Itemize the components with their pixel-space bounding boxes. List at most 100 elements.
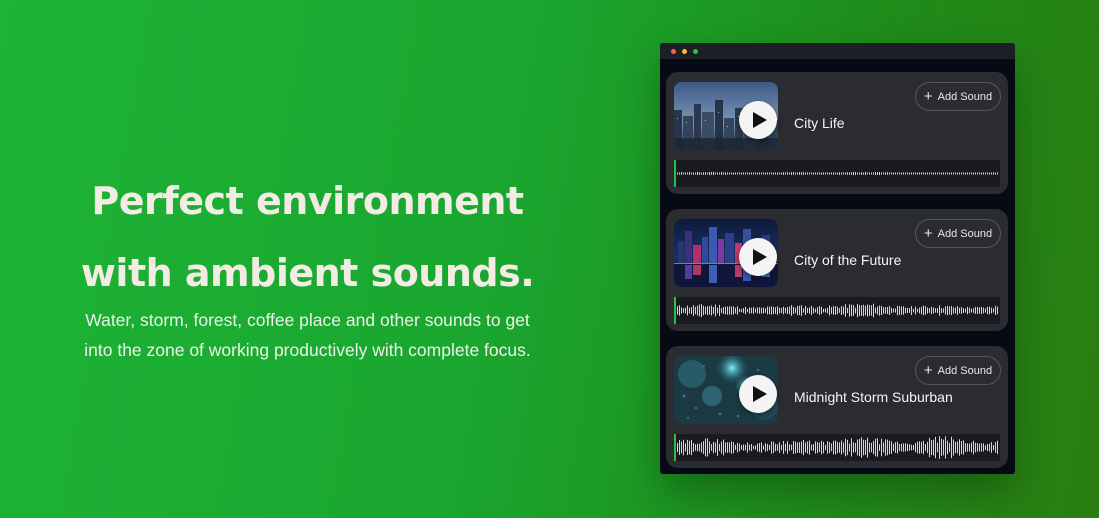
sound-waveform[interactable] bbox=[674, 434, 1000, 461]
waveform-bar bbox=[831, 307, 832, 314]
waveform-bar bbox=[839, 308, 840, 313]
waveform-bar bbox=[731, 172, 732, 175]
waveform-bar bbox=[773, 441, 774, 454]
waveform-bar bbox=[973, 440, 974, 455]
waveform-bar bbox=[901, 172, 902, 175]
waveform-bar bbox=[791, 305, 792, 316]
waveform-bar bbox=[787, 172, 788, 175]
waveform-bar bbox=[699, 443, 700, 452]
waveform-bar bbox=[981, 443, 982, 452]
minimize-window-button[interactable] bbox=[682, 49, 687, 54]
waveform-bar bbox=[763, 172, 764, 175]
waveform-bar bbox=[837, 306, 838, 315]
waveform-bar bbox=[685, 172, 686, 175]
waveform-bar bbox=[983, 172, 984, 175]
waveform-bar bbox=[905, 307, 906, 314]
add-sound-label: Add Sound bbox=[937, 227, 993, 240]
waveform-graphic bbox=[677, 436, 998, 459]
waveform-bar bbox=[729, 306, 730, 315]
play-button[interactable] bbox=[739, 238, 777, 276]
waveform-bar bbox=[953, 439, 954, 456]
waveform-bar bbox=[997, 306, 998, 315]
waveform-bar bbox=[721, 441, 722, 454]
waveform-bar bbox=[887, 439, 888, 456]
waveform-bar bbox=[919, 441, 920, 454]
waveform-bar bbox=[873, 172, 874, 175]
waveform-bar bbox=[915, 443, 916, 453]
play-button[interactable] bbox=[739, 375, 777, 413]
waveform-bar bbox=[893, 172, 894, 175]
waveform-bar bbox=[683, 172, 684, 175]
waveform-bar bbox=[679, 305, 680, 316]
waveform-bar bbox=[847, 172, 848, 175]
waveform-bar bbox=[851, 172, 852, 175]
waveform-bar bbox=[755, 308, 756, 313]
waveform-bar bbox=[775, 443, 776, 452]
play-icon bbox=[752, 386, 767, 402]
waveform-bar bbox=[957, 172, 958, 175]
waveform-bar bbox=[943, 439, 944, 456]
waveform-bar bbox=[907, 307, 908, 314]
waveform-bar bbox=[697, 172, 698, 175]
waveform-bar bbox=[741, 445, 742, 450]
waveform-bar bbox=[911, 172, 912, 175]
sound-waveform[interactable] bbox=[674, 297, 1000, 324]
waveform-bar bbox=[763, 445, 764, 450]
waveform-bar bbox=[867, 172, 868, 175]
waveform-bar bbox=[947, 440, 948, 455]
waveform-bar bbox=[789, 306, 790, 315]
waveform-bar bbox=[701, 172, 702, 175]
waveform-bar bbox=[791, 444, 792, 451]
waveform-bar bbox=[681, 172, 682, 175]
waveform-bar bbox=[987, 443, 988, 452]
waveform-bar bbox=[797, 172, 798, 175]
close-window-button[interactable] bbox=[671, 49, 676, 54]
plus-icon: + bbox=[923, 362, 933, 379]
waveform-bar bbox=[991, 442, 992, 453]
waveform-bar bbox=[783, 441, 784, 454]
waveform-bar bbox=[923, 440, 924, 455]
play-button[interactable] bbox=[739, 101, 777, 139]
waveform-bar bbox=[775, 307, 776, 314]
waveform-bar bbox=[861, 437, 862, 458]
waveform-bar bbox=[921, 441, 922, 454]
waveform-bar bbox=[687, 439, 688, 456]
waveform-bar bbox=[737, 442, 738, 453]
waveform-bar bbox=[789, 444, 790, 451]
waveform-bar bbox=[795, 307, 796, 314]
waveform-bar bbox=[957, 306, 958, 315]
maximize-window-button[interactable] bbox=[693, 49, 698, 54]
waveform-bar bbox=[703, 172, 704, 175]
waveform-bar bbox=[859, 172, 860, 175]
waveform-bar bbox=[917, 172, 918, 175]
add-sound-button[interactable]: + Add Sound bbox=[915, 356, 1001, 385]
add-sound-button[interactable]: + Add Sound bbox=[915, 82, 1001, 111]
waveform-bar bbox=[865, 305, 866, 316]
waveform-bar bbox=[781, 172, 782, 175]
waveform-bar bbox=[683, 439, 684, 456]
sound-waveform[interactable] bbox=[674, 160, 1000, 187]
waveform-bar bbox=[817, 442, 818, 454]
waveform-bar bbox=[785, 307, 786, 314]
waveform-bar bbox=[845, 304, 846, 317]
waveform-bar bbox=[765, 172, 766, 175]
add-sound-button[interactable]: + Add Sound bbox=[915, 219, 1001, 248]
waveform-bar bbox=[927, 441, 928, 454]
waveform-bar bbox=[819, 172, 820, 175]
waveform-bar bbox=[841, 440, 842, 455]
waveform-bar bbox=[743, 444, 744, 451]
waveform-bar bbox=[963, 440, 964, 455]
waveform-bar bbox=[745, 172, 746, 175]
waveform-bar bbox=[801, 305, 802, 316]
waveform-bar bbox=[795, 172, 796, 175]
waveform-bar bbox=[925, 444, 926, 451]
waveform-bar bbox=[827, 441, 828, 454]
waveform-bar bbox=[831, 443, 832, 452]
waveform-bar bbox=[729, 172, 730, 175]
waveform-bar bbox=[909, 444, 910, 451]
waveform-bar bbox=[913, 445, 914, 451]
waveform-bar bbox=[749, 444, 750, 451]
waveform-bar bbox=[911, 306, 912, 315]
waveform-bar bbox=[983, 443, 984, 452]
waveform-bar bbox=[743, 308, 744, 313]
